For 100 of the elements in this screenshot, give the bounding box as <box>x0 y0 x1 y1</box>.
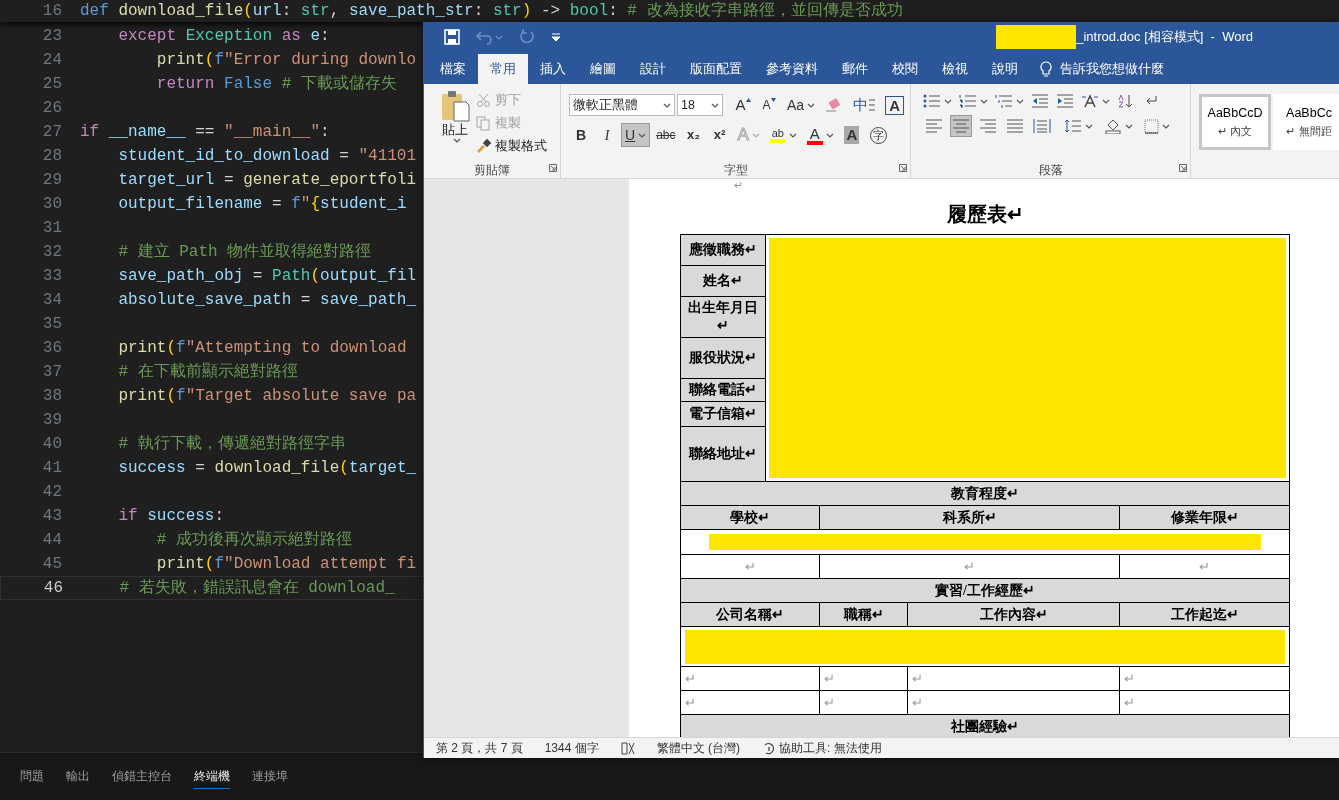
ribbon-tab[interactable]: 版面配置 <box>678 54 754 84</box>
line-number: 16 <box>41 1 62 22</box>
font-format-button[interactable]: B <box>569 123 593 147</box>
font-format-button[interactable]: x₂ <box>681 123 706 147</box>
paragraph-icon <box>959 94 977 108</box>
font-format-button[interactable]: 中 <box>849 93 880 117</box>
status-text[interactable]: 繁體中文 (台灣) <box>656 739 741 757</box>
paragraph-mark: ↵ <box>824 693 835 712</box>
field-label-cell: 出生年月日↵ <box>681 297 765 338</box>
dialog-launcher-button[interactable] <box>899 164 907 172</box>
align-icon <box>925 119 943 133</box>
font-format-button[interactable]: A <box>839 123 864 147</box>
tell-me-search[interactable]: 告訴我您想做什麼 <box>1040 54 1164 84</box>
code-line: print(f"Attempting to download <box>117 338 407 359</box>
line-number: 25 <box>41 74 62 95</box>
caret-icon <box>825 132 834 138</box>
line-number: 37 <box>41 362 62 383</box>
ribbon-tab[interactable]: 校閱 <box>880 54 930 84</box>
increase-indent-button[interactable] <box>1056 94 1074 108</box>
line-number: 40 <box>41 434 62 455</box>
line-number: 43 <box>41 506 62 527</box>
caret-icon <box>1162 123 1170 129</box>
accessibility-icon <box>762 741 777 755</box>
paste-button[interactable]: 貼上 <box>438 90 472 161</box>
sort-button[interactable] <box>1117 94 1135 108</box>
ribbon-tab[interactable]: 檔案 <box>428 54 478 84</box>
paragraph-mark: ↵ <box>912 669 923 688</box>
paragraph-icon <box>995 94 1013 108</box>
save-button[interactable] <box>444 29 460 45</box>
status-text[interactable]: 1344 個字 <box>544 739 599 757</box>
launcher-icon <box>549 164 557 172</box>
code-line: student_id_to_download = "41101 <box>117 146 417 167</box>
align-icon <box>1033 119 1051 133</box>
accessibility-button[interactable]: 協助工具: 無法使用 <box>762 739 882 757</box>
font-color-bar <box>806 140 823 145</box>
field-label-cell: 服役狀況↵ <box>681 338 765 379</box>
group-label: 剪貼簿 <box>474 161 510 178</box>
numbering-button[interactable] <box>959 94 988 108</box>
lightbulb-icon <box>1040 60 1052 78</box>
font-size-dropdown[interactable]: 18 <box>677 94 723 116</box>
font-format-button[interactable]: abc <box>652 123 680 147</box>
paragraph-mark: ↵ <box>685 669 696 688</box>
asian-layout-button[interactable] <box>1081 94 1110 108</box>
ribbon-tab[interactable]: 設計 <box>628 54 678 84</box>
redo-icon <box>519 29 535 45</box>
font-format-button[interactable]: ab <box>765 123 801 147</box>
style-gallery-item[interactable]: AaBbCc ↵ 無間距 <box>1273 94 1339 150</box>
ribbon-tab[interactable]: 插入 <box>528 54 578 84</box>
font-format-button[interactable]: A <box>757 93 781 117</box>
status-text[interactable]: 第 2 頁，共 7 頁 <box>436 739 523 757</box>
font-format-button[interactable]: A <box>731 93 755 117</box>
ribbon-tab[interactable]: 參考資料 <box>754 54 830 84</box>
code-line: except Exception as e: <box>117 26 330 47</box>
caret-icon <box>495 34 503 40</box>
dialog-launcher-button[interactable] <box>549 164 557 172</box>
panel-tab[interactable]: 終端機 <box>194 764 230 789</box>
bullets-button[interactable] <box>923 94 952 108</box>
font-format-button[interactable]: Aa <box>783 93 820 117</box>
launcher-icon <box>1179 164 1187 172</box>
group-label: 字型 <box>723 161 748 178</box>
ribbon-tab[interactable]: 常用 <box>478 54 528 84</box>
font-format-button[interactable]: U <box>621 123 651 147</box>
clipboard-item[interactable]: 複製格式 <box>476 136 547 156</box>
panel-tab[interactable]: 問題 <box>20 764 44 789</box>
multilevel-list-button[interactable] <box>995 94 1024 108</box>
caret-icon <box>1016 98 1024 104</box>
line-number: 36 <box>41 338 62 359</box>
launcher-icon <box>899 164 907 172</box>
field-label-cell: 應徵職務↵ <box>681 235 765 266</box>
caret-icon <box>551 32 561 42</box>
line-number: 31 <box>41 218 62 239</box>
caret-icon <box>944 98 952 104</box>
borders-button[interactable] <box>1144 118 1170 134</box>
panel-tab[interactable]: 連接埠 <box>252 764 288 789</box>
ribbon-tab[interactable]: 繪圖 <box>578 54 628 84</box>
undo-icon <box>476 29 492 45</box>
font-format-button[interactable]: I <box>595 123 619 147</box>
ribbon-tab[interactable]: 說明 <box>980 54 1030 84</box>
caret-icon <box>638 132 647 138</box>
decrease-indent-button[interactable] <box>1031 94 1049 108</box>
style-gallery-item[interactable]: AaBbCcD ↵ 內文 <box>1199 94 1271 150</box>
ribbon-tab[interactable]: 檢視 <box>930 54 980 84</box>
shading-button[interactable] <box>1104 118 1133 134</box>
font-name-dropdown[interactable]: 微軟正黑體 <box>569 94 675 116</box>
paragraph-icon <box>1117 94 1135 108</box>
panel-tab[interactable]: 輸出 <box>66 764 90 789</box>
dialog-launcher-button[interactable] <box>1179 164 1187 172</box>
line-spacing-button[interactable] <box>1064 119 1093 133</box>
panel-tab[interactable]: 偵錯主控台 <box>112 764 172 789</box>
align-icon <box>979 119 997 133</box>
paint-bucket-icon <box>1104 118 1122 134</box>
font-format-button[interactable]: A <box>802 123 838 147</box>
line-number: 23 <box>41 26 62 47</box>
code-line: save_path_obj = Path(output_fil <box>117 266 417 287</box>
code-line: def download_file(url: str, save_path_str: str) -> bool: # 改為接收字串路徑，並回傳是否成功 <box>80 0 903 22</box>
window-title: _introd.doc [相容模式] - Word <box>1076 28 1253 47</box>
customize-toolbar-button[interactable] <box>551 32 561 42</box>
ribbon-tab[interactable]: 郵件 <box>830 54 880 84</box>
font-format-button[interactable]: x² <box>707 123 732 147</box>
paragraph-mark: ↵ <box>1124 693 1135 712</box>
